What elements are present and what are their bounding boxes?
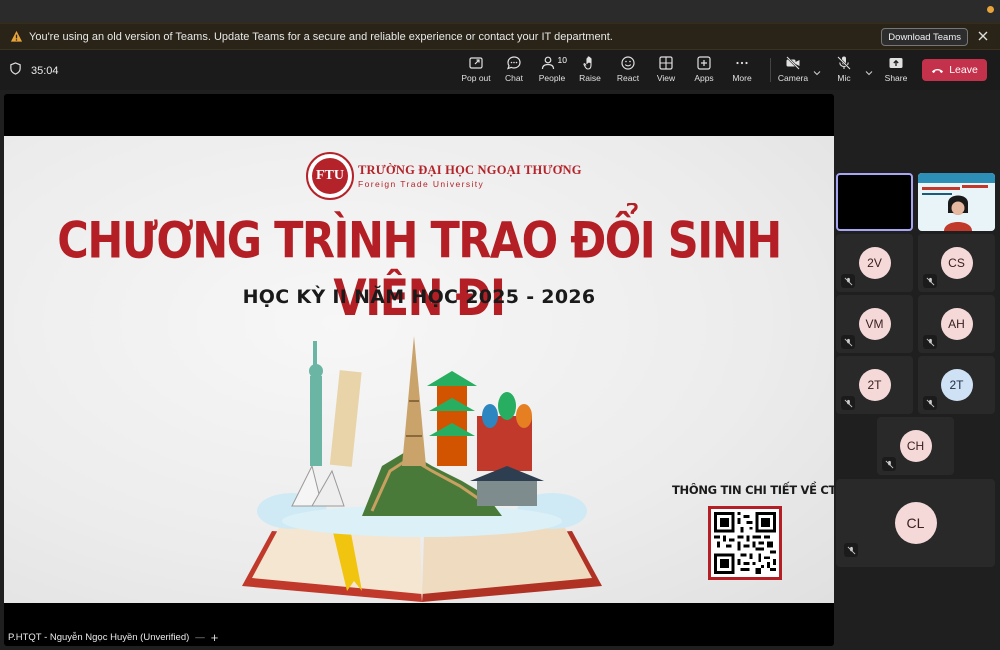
presenter-label-bar: P.HTQT - Nguyễn Ngọc Huyền (Unverified) …: [8, 630, 218, 645]
avatar: 2V: [858, 247, 891, 279]
warning-message: You're using an old version of Teams. Up…: [29, 30, 613, 43]
people-label: People: [538, 73, 566, 83]
people-button[interactable]: 10 People: [533, 55, 571, 87]
presenter-video-feed: [918, 173, 995, 231]
notification-dot: [987, 6, 994, 13]
slide-subtitle: HỌC KỲ II NĂM HỌC 2025 - 2026: [242, 286, 596, 308]
popout-label: Pop out: [461, 73, 491, 83]
avatar: CS: [940, 247, 973, 279]
react-label: React: [616, 73, 640, 83]
chevron-down-icon[interactable]: [812, 65, 822, 76]
avatar: CL: [894, 502, 937, 544]
people-count: 10: [557, 55, 567, 65]
camera-off-icon: [786, 56, 800, 70]
chat-label: Chat: [505, 73, 523, 83]
separator-dash: —: [195, 632, 205, 643]
chevron-down-icon[interactable]: [864, 65, 874, 76]
toolbar-separator: [770, 58, 771, 82]
avatar: 2T: [940, 369, 973, 401]
avatar: CH: [899, 430, 932, 462]
people-icon: [541, 56, 555, 70]
more-button[interactable]: More: [723, 55, 761, 87]
participant-gallery: 2V CS VM AH 2T 2T CH CL: [836, 94, 1000, 650]
participant-tile[interactable]: AH: [918, 295, 995, 353]
landmarks-book-illustration: [242, 336, 602, 602]
participant-tile[interactable]: 2T: [836, 356, 913, 414]
mic-off-icon: [837, 56, 851, 70]
participant-tile[interactable]: CH: [877, 417, 954, 475]
hand-icon: [583, 56, 592, 70]
presentation-slide: FTU TRƯỜNG ĐẠI HỌC NGOẠI THƯƠNG Foreign …: [4, 136, 834, 603]
chat-button[interactable]: Chat: [495, 55, 533, 87]
camera-label: Camera: [777, 73, 809, 83]
raise-hand-button[interactable]: Raise: [571, 55, 609, 87]
share-label: Share: [884, 73, 908, 83]
share-screen-icon: [889, 58, 903, 68]
mic-label: Mic: [837, 73, 851, 83]
university-seal: FTU: [306, 152, 354, 200]
leave-button[interactable]: Leave: [922, 59, 987, 81]
more-label: More: [732, 73, 752, 83]
mic-muted-icon: [844, 543, 858, 557]
avatar: VM: [858, 308, 891, 340]
avatar: 2T: [858, 369, 891, 401]
qr-code: [708, 506, 782, 580]
participant-tile-large[interactable]: CL: [836, 479, 995, 567]
download-teams-button[interactable]: Download Teams: [881, 28, 968, 46]
participant-tile[interactable]: VM: [836, 295, 913, 353]
mic-muted-icon: [841, 274, 855, 288]
more-dots-icon: [736, 61, 748, 65]
popout-button[interactable]: Pop out: [457, 55, 495, 87]
seal-mark: FTU: [312, 158, 348, 194]
smiley-icon: [621, 56, 635, 70]
university-logo: FTU TRƯỜNG ĐẠI HỌC NGOẠI THƯƠNG Foreign …: [306, 152, 582, 200]
update-warning-banner: You're using an old version of Teams. Up…: [0, 24, 1000, 50]
participant-tile[interactable]: 2T: [918, 356, 995, 414]
react-button[interactable]: React: [609, 55, 647, 87]
avatar: AH: [940, 308, 973, 340]
view-label: View: [656, 73, 676, 83]
window-titlebar: [0, 0, 1000, 24]
participant-tile[interactable]: CS: [918, 234, 995, 292]
popout-icon: [469, 57, 483, 69]
participant-tile[interactable]: 2V: [836, 234, 913, 292]
apps-label: Apps: [694, 73, 714, 83]
meeting-timer-group: 35:04: [9, 62, 59, 80]
mic-muted-icon: [923, 396, 937, 410]
meeting-timer: 35:04: [31, 65, 59, 77]
self-video-tile[interactable]: [836, 173, 913, 231]
mic-muted-icon: [841, 396, 855, 410]
apps-plus-icon: [697, 56, 711, 70]
logo-vietnamese-name: TRƯỜNG ĐẠI HỌC NGOẠI THƯƠNG: [358, 163, 582, 177]
qr-caption: THÔNG TIN CHI TIẾT VỀ CTTĐ: [672, 483, 834, 497]
view-button[interactable]: View: [647, 55, 685, 87]
phone-hangup-icon: [932, 68, 944, 73]
warning-icon: [9, 30, 23, 44]
share-button[interactable]: Share: [877, 55, 915, 87]
leave-label: Leave: [949, 64, 978, 76]
shared-content-stage[interactable]: FTU TRƯỜNG ĐẠI HỌC NGOẠI THƯƠNG Foreign …: [4, 94, 834, 646]
mic-muted-icon: [841, 335, 855, 349]
apps-button[interactable]: Apps: [685, 55, 723, 87]
chat-icon: [506, 56, 521, 70]
grid-view-icon: [659, 56, 673, 70]
mic-button[interactable]: Mic: [825, 55, 863, 87]
mic-muted-icon: [882, 457, 896, 471]
raise-label: Raise: [579, 73, 601, 83]
camera-button[interactable]: Camera: [774, 55, 812, 87]
logo-english-name: Foreign Trade University: [358, 179, 485, 189]
meeting-toolbar: 35:04 Pop out Chat 10 People Raise React…: [0, 50, 1000, 90]
close-icon[interactable]: [976, 29, 990, 43]
shield-icon[interactable]: [9, 62, 22, 80]
add-icon[interactable]: +: [211, 630, 219, 645]
presenter-video-tile[interactable]: [918, 173, 995, 231]
presenter-name: P.HTQT - Nguyễn Ngọc Huyền (Unverified): [8, 632, 190, 643]
mic-muted-icon: [923, 335, 937, 349]
mic-muted-icon: [923, 274, 937, 288]
slide-title: CHƯƠNG TRÌNH TRAO ĐỔI SINH VIÊN ĐI: [57, 212, 782, 328]
